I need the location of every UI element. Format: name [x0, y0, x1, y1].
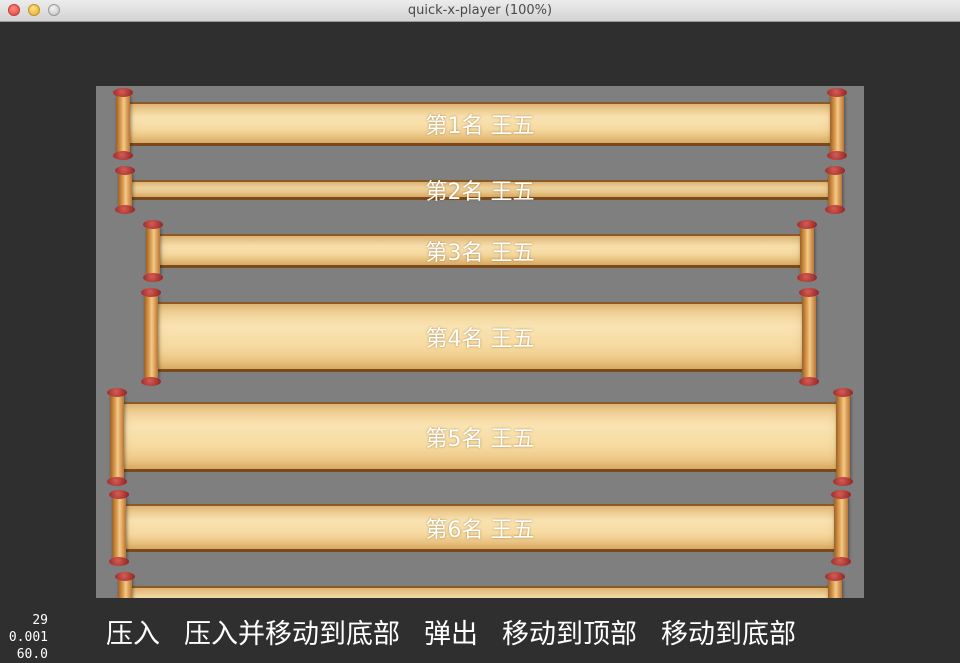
- list-item[interactable]: 第4名 王五: [141, 288, 819, 386]
- stats-frame-time: 0.001: [8, 630, 48, 645]
- stats-draw-calls: 29: [32, 613, 48, 628]
- list-item-label: 第2名 王五: [425, 180, 535, 205]
- window-titlebar: quick-x-player (100%): [0, 0, 960, 22]
- scroll-list-view[interactable]: 第1名 王五 第2名 王五 第3名 王五 第4名 王五 第5名 王五 第6名 王…: [96, 86, 864, 598]
- list-item-label: 第5名 王五: [425, 427, 535, 452]
- list-item[interactable]: 第1名 王五: [113, 88, 847, 160]
- scroll-rod-right: [825, 572, 845, 598]
- list-item-label: 第6名 王五: [425, 518, 535, 543]
- scroll-paper: [126, 586, 834, 598]
- push-and-move-to-bottom-button[interactable]: 压入并移动到底部: [184, 612, 400, 651]
- action-menu: 压入 压入并移动到底部 弹出 移动到顶部 移动到底部: [96, 610, 820, 652]
- move-to-top-button[interactable]: 移动到顶部: [502, 612, 637, 651]
- list-item-label: 第3名 王五: [425, 241, 535, 266]
- window-title: quick-x-player (100%): [407, 3, 553, 18]
- stats-fps: 60.0: [16, 647, 48, 662]
- list-item-label: 第1名 王五: [425, 114, 535, 139]
- list-item[interactable]: 第3名 王五: [143, 220, 817, 282]
- pop-button[interactable]: 弹出: [424, 612, 478, 651]
- list-item[interactable]: 第5名 王五: [107, 388, 853, 486]
- list-item-label: 第4名 王五: [425, 327, 535, 352]
- list-item[interactable]: 第2名 王五: [115, 166, 845, 214]
- move-to-bottom-button[interactable]: 移动到底部: [661, 612, 796, 651]
- list-item[interactable]: 第6名 王五: [109, 490, 851, 566]
- list-item[interactable]: [115, 572, 845, 598]
- push-button[interactable]: 压入: [106, 612, 160, 651]
- scroll-rod-left: [115, 572, 135, 598]
- fps-stats: 29 0.001 60.0: [2, 612, 48, 663]
